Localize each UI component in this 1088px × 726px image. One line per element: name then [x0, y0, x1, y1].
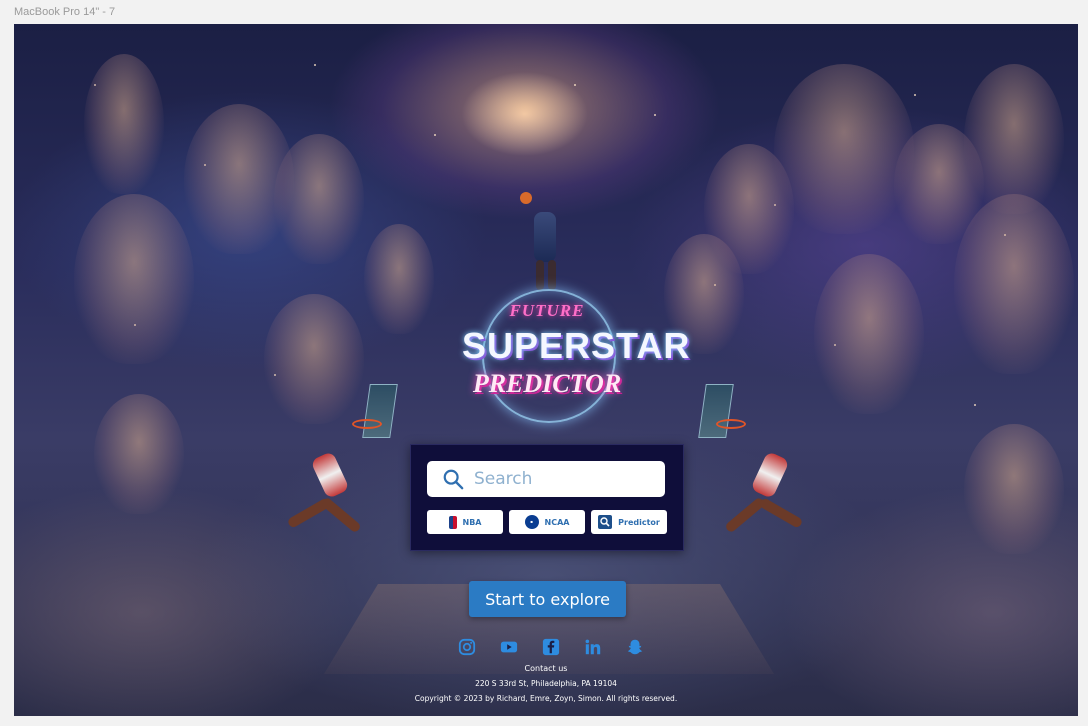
basketball-icon: [520, 192, 532, 204]
hoop-right: [698, 384, 734, 438]
youtube-icon[interactable]: [500, 638, 518, 656]
dunking-player-left: [286, 434, 366, 544]
snapchat-icon[interactable]: [626, 638, 644, 656]
nba-logo-icon: [448, 515, 457, 529]
hoop-rim-right: [716, 419, 746, 429]
logo-line-superstar: SUPERSTAR: [462, 325, 691, 366]
ncaa-logo-icon: ▪: [524, 515, 539, 529]
filter-chip-label: NCAA: [544, 517, 570, 527]
dunking-player-center: [520, 192, 564, 292]
search-box[interactable]: [427, 461, 665, 497]
search-input[interactable]: [474, 469, 644, 489]
filter-chips: NBA ▪ NCAA Predictor: [427, 510, 667, 534]
filter-chip-ncaa[interactable]: ▪ NCAA: [509, 510, 585, 534]
logo-line-future: FUTURE: [509, 301, 585, 320]
logo-line-predictor: PREDICTOR: [472, 369, 622, 398]
filter-chip-predictor[interactable]: Predictor: [591, 510, 667, 534]
hoop-rim-left: [352, 419, 382, 429]
facebook-icon[interactable]: [542, 638, 560, 656]
contact-us-link[interactable]: Contact us: [14, 664, 1078, 673]
filter-chip-label: NBA: [462, 517, 482, 527]
predictor-icon: [598, 515, 613, 529]
instagram-icon[interactable]: [458, 638, 476, 656]
dunking-player-right: [724, 434, 806, 544]
social-links: [454, 638, 654, 658]
hoop-left: [362, 384, 398, 438]
search-icon: [443, 469, 464, 490]
frame-label: MacBook Pro 14" - 7: [14, 6, 116, 18]
start-to-explore-button[interactable]: Start to explore: [469, 581, 626, 617]
search-panel: NBA ▪ NCAA Predictor: [410, 444, 684, 551]
hero-canvas: FUTURE SUPERSTAR PREDICTOR NBA: [14, 24, 1078, 716]
filter-chip-nba[interactable]: NBA: [427, 510, 503, 534]
footer-address: 220 S 33rd St, Philadelphia, PA 19104: [475, 679, 617, 688]
linkedin-icon[interactable]: [584, 638, 602, 656]
footer-copyright: Copyright © 2023 by Richard, Emre, Zoyn,…: [414, 694, 678, 703]
future-superstar-predictor-logo: FUTURE SUPERSTAR PREDICTOR: [462, 289, 691, 423]
filter-chip-label: Predictor: [618, 517, 660, 527]
